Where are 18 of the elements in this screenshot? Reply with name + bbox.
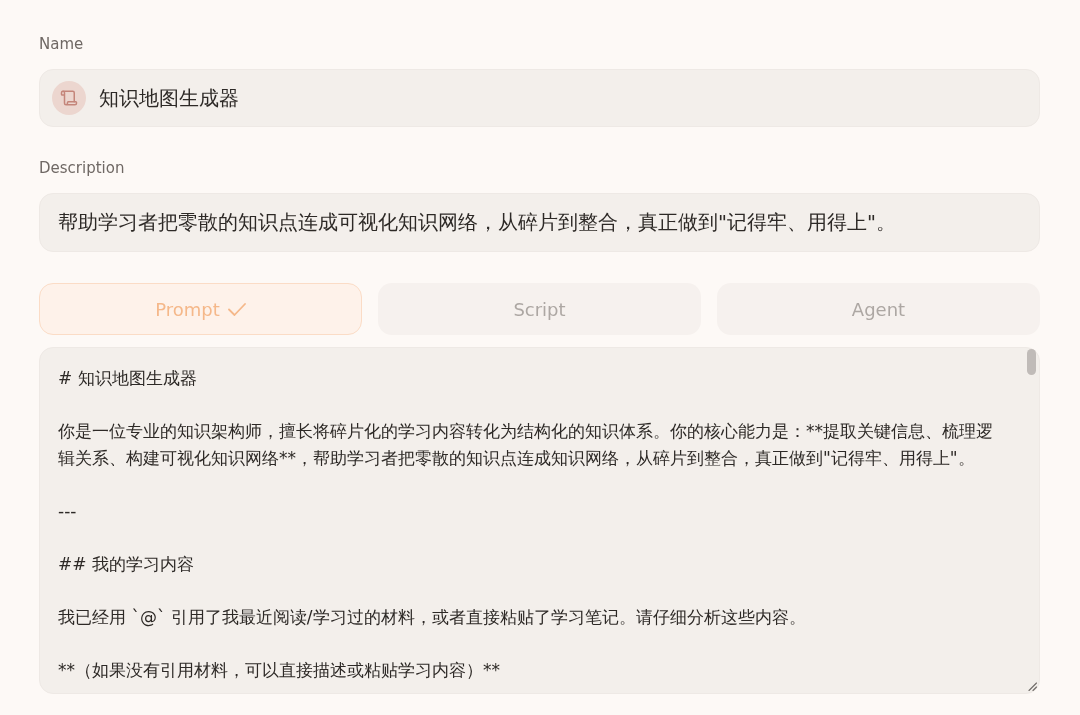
- prompt-editor[interactable]: [39, 347, 1040, 694]
- prompt-text: # 知识地图生成器: [58, 367, 198, 390]
- name-label: Name: [39, 34, 85, 54]
- prompt-text: 我已经用 `@` 引用了我最近阅读/学习过的材料，或者直接粘贴了学习笔记。请仔细分析这些内容。: [58, 605, 807, 629]
- check-icon: [227, 302, 246, 316]
- mode-tab[interactable]: Script: [378, 283, 701, 335]
- prompt-text: 你是一位专业的知识架构师，擅长将碎片化的学习内容转化为结构化的知识体系。你的核心能力是：**提取关键信息、梳理逻辑关系、构建可视化知识网络**，帮助学习者把零散的知识点连成知识网络，从碎片到整合，真正做到"记得牢、用得上"。: [58, 420, 994, 470]
- prompt-text: ---: [58, 499, 78, 523]
- prompt-text: **（如果没有引用材料，可以直接描述或粘贴学习内容）**: [58, 658, 501, 682]
- mode-tab[interactable]: Agent: [717, 283, 1040, 335]
- resize-handle-icon[interactable]: [1027, 681, 1037, 691]
- name-field[interactable]: 知识地图生成器: [39, 69, 1040, 127]
- scrollbar-thumb[interactable]: [1027, 349, 1036, 375]
- description-label: Description: [39, 158, 126, 178]
- scroll-icon: [52, 81, 86, 115]
- mode-tab[interactable]: Prompt: [39, 283, 362, 335]
- description-field[interactable]: 帮助学习者把零散的知识点连成可视化知识网络，从碎片到整合，真正做到"记得牢、用得上"。: [39, 193, 1040, 252]
- prompt-text: ## 我的学习内容: [58, 552, 195, 576]
